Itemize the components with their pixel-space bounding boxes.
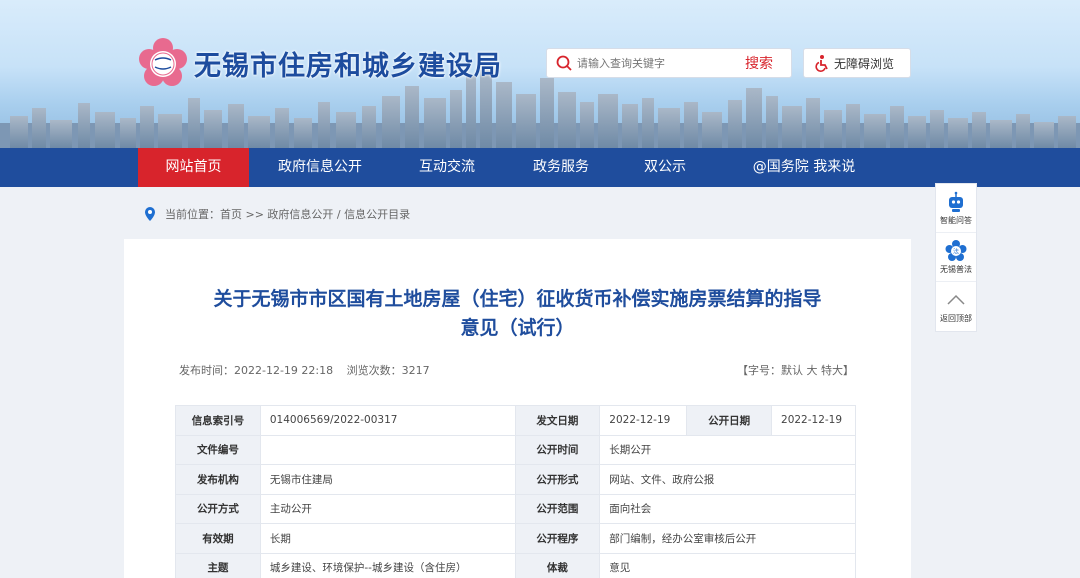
table-cell: 部门编制，经办公室审核后公开 — [599, 523, 856, 554]
table-cell: 长期公开 — [599, 434, 856, 465]
table-cell: 014006569/2022-00317 — [259, 405, 516, 436]
search-button[interactable]: 搜索 — [745, 53, 773, 73]
main-nav: 网站首页 政府信息公开 互动交流 政务服务 双公示 @国务院 我来说 — [0, 148, 1080, 187]
svg-text:法: 法 — [953, 247, 959, 255]
search-icon — [556, 55, 572, 71]
table-cell: 信息索引号 — [175, 405, 261, 436]
side-label-qa: 智能问答 — [940, 215, 972, 225]
table-cell: 公开日期 — [686, 405, 773, 436]
table-cell: 公开程序 — [514, 523, 601, 554]
table-cell: 城乡建设、环境保护--城乡建设（含住房） — [259, 552, 516, 578]
header-banner: 无锡市住房和城乡建设局 搜索 无障碍浏览 — [0, 0, 1080, 148]
article-meta: 发布时间：2022-12-19 22:18 浏览次数：3217 — [179, 362, 440, 378]
table-cell — [259, 434, 516, 465]
table-cell: 体裁 — [514, 552, 601, 578]
table-cell: 有效期 — [175, 523, 261, 554]
search-box: 搜索 — [546, 48, 792, 78]
table-row: 信息索引号 014006569/2022-00317 发文日期 2022-12-… — [175, 405, 856, 436]
info-table: 信息索引号 014006569/2022-00317 发文日期 2022-12-… — [175, 405, 856, 578]
publish-time: 发布时间：2022-12-19 22:18 — [179, 364, 334, 377]
nav-item-home[interactable]: 网站首页 — [138, 148, 249, 187]
smart-qa-button[interactable]: 智能问答 — [936, 184, 976, 233]
table-cell: 公开方式 — [175, 493, 261, 524]
table-row: 发布机构 无锡市住建局 公开形式 网站、文件、政府公报 — [175, 464, 856, 495]
table-cell: 发布机构 — [175, 464, 261, 495]
table-row: 文件编号 公开时间 长期公开 — [175, 434, 856, 465]
robot-icon — [949, 191, 963, 212]
table-cell: 文件编号 — [175, 434, 261, 465]
site-title: 无锡市住房和城乡建设局 — [194, 50, 502, 82]
plum-blossom-logo-icon — [139, 38, 187, 86]
nav-item-services[interactable]: 政务服务 — [506, 148, 616, 187]
article-title: 关于无锡市市区国有土地房屋（住宅）征收货币补偿实施房票结算的指导 意见（试行） — [174, 285, 861, 343]
nav-item-gov-info[interactable]: 政府信息公开 — [262, 148, 378, 187]
location-pin-icon — [145, 207, 155, 221]
accessibility-label: 无障碍浏览 — [834, 56, 895, 71]
breadcrumb: 当前位置：首页 >> 政府信息公开 / 信息公开目录 — [144, 206, 410, 222]
accessibility-button[interactable]: 无障碍浏览 — [803, 48, 911, 78]
table-cell: 2022-12-19 — [771, 405, 856, 436]
nav-item-interaction[interactable]: 互动交流 — [392, 148, 502, 187]
back-to-top-button[interactable]: 返回顶部 — [936, 282, 976, 331]
table-cell: 公开时间 — [514, 434, 601, 465]
breadcrumb-text: 当前位置：首页 >> 政府信息公开 / 信息公开目录 — [165, 208, 411, 221]
table-row: 公开方式 主动公开 公开范围 面向社会 — [175, 493, 856, 524]
side-label-top: 返回顶部 — [940, 314, 972, 323]
search-input[interactable] — [577, 56, 737, 70]
table-cell: 意见 — [599, 552, 856, 578]
table-cell: 主动公开 — [259, 493, 516, 524]
view-count: 浏览次数：3217 — [346, 364, 430, 377]
article-title-line1: 关于无锡市市区国有土地房屋（住宅）征收货币补偿实施房票结算的指导 — [213, 288, 822, 310]
table-cell: 2022-12-19 — [599, 405, 688, 436]
law-popularization-button[interactable]: 法 无锡普法 — [936, 233, 976, 282]
table-cell: 主题 — [175, 552, 261, 578]
table-row: 主题 城乡建设、环境保护--城乡建设（含住房） 体裁 意见 — [175, 552, 856, 578]
table-cell: 长期 — [259, 523, 516, 554]
nav-item-double-publicity[interactable]: 双公示 — [616, 148, 714, 187]
table-cell: 无锡市住建局 — [259, 464, 516, 495]
wheelchair-icon — [815, 55, 828, 72]
law-icon: 法 — [945, 239, 967, 261]
nav-item-state-council[interactable]: @国务院 我来说 — [730, 148, 878, 187]
table-cell: 网站、文件、政府公报 — [599, 464, 856, 495]
table-cell: 发文日期 — [514, 405, 601, 436]
table-cell: 公开形式 — [514, 464, 601, 495]
table-cell: 面向社会 — [599, 493, 856, 524]
table-cell: 公开范围 — [514, 493, 601, 524]
article-title-line2: 意见（试行） — [460, 317, 575, 339]
font-size-control[interactable]: 【字号：默认 大 特大】 — [737, 362, 854, 378]
side-toolbar: 智能问答 法 无锡普法 返回顶部 — [935, 183, 977, 332]
side-label-law: 无锡普法 — [940, 264, 972, 274]
article-card: 关于无锡市市区国有土地房屋（住宅）征收货币补偿实施房票结算的指导 意见（试行） … — [124, 239, 911, 578]
site-logo[interactable]: 无锡市住房和城乡建设局 — [138, 38, 502, 88]
table-row: 有效期 长期 公开程序 部门编制，经办公室审核后公开 — [175, 523, 856, 554]
chevron-up-icon — [947, 294, 965, 305]
